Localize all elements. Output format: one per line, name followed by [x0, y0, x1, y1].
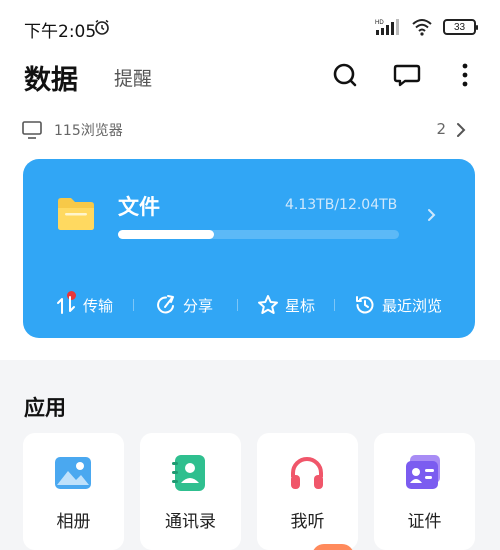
storage-usage: 4.13TB/12.04TB — [285, 197, 398, 213]
network-label: HD — [375, 20, 384, 26]
share-icon — [157, 295, 174, 314]
app-album[interactable]: 相册 — [23, 433, 124, 550]
device-label: 115浏览器 — [54, 123, 123, 139]
alarm-icon — [95, 19, 109, 35]
storage-progress-fill — [118, 230, 214, 239]
wifi-icon — [412, 19, 432, 36]
transfer-icon — [57, 296, 75, 314]
app-listen[interactable]: 我听 — [257, 433, 358, 550]
quick-action-label: 传输 — [83, 296, 114, 315]
folder-icon — [58, 198, 94, 230]
divider — [334, 299, 335, 311]
monitor-icon — [22, 121, 42, 139]
status-time: 下午2:05 — [24, 22, 97, 42]
file-card[interactable]: 文件 4.13TB/12.04TB 传输 分享 星标 最近浏览 — [23, 159, 475, 338]
quick-action-star[interactable]: 星标 — [257, 292, 315, 318]
status-indicators: HD 33 — [375, 17, 478, 37]
app-id-card[interactable]: 证件 — [374, 433, 475, 550]
app-label: 相册 — [56, 512, 91, 532]
star-icon — [258, 295, 278, 314]
tab-data[interactable]: 数据 — [24, 58, 78, 97]
app-label: 通讯录 — [165, 512, 216, 532]
search-icon[interactable] — [330, 60, 360, 90]
album-icon — [55, 457, 91, 489]
battery-indicator: 33 — [443, 19, 478, 35]
tab-remind[interactable]: 提醒 — [114, 64, 152, 91]
contacts-icon — [172, 455, 205, 491]
app-label: 我听 — [290, 512, 325, 532]
quick-action-label: 分享 — [183, 296, 214, 315]
chevron-right-icon — [457, 123, 466, 137]
recent-icon — [356, 296, 374, 314]
headphones-icon — [291, 457, 323, 489]
app-contacts[interactable]: 通讯录 — [140, 433, 241, 550]
more-icon[interactable] — [450, 60, 480, 90]
apps-title: 应用 — [24, 396, 66, 420]
quick-action-label: 星标 — [285, 296, 316, 315]
quick-action-share[interactable]: 分享 — [155, 292, 213, 318]
divider — [237, 299, 238, 311]
chevron-right-icon — [428, 209, 436, 221]
quick-action-transfer[interactable]: 传输 — [55, 292, 113, 318]
quick-action-recent[interactable]: 最近浏览 — [354, 292, 442, 318]
id-card-icon — [406, 455, 440, 489]
app-label: 证件 — [407, 512, 442, 532]
divider — [133, 299, 134, 311]
message-icon[interactable] — [392, 60, 422, 90]
file-title: 文件 — [118, 195, 160, 219]
storage-progress-bar — [118, 230, 399, 239]
device-count: 2 — [436, 120, 446, 138]
signal-icon: HD — [375, 19, 399, 35]
floating-button-peek[interactable] — [312, 544, 354, 550]
device-row[interactable]: 115浏览器 2 — [22, 119, 476, 141]
quick-action-label: 最近浏览 — [382, 296, 443, 315]
